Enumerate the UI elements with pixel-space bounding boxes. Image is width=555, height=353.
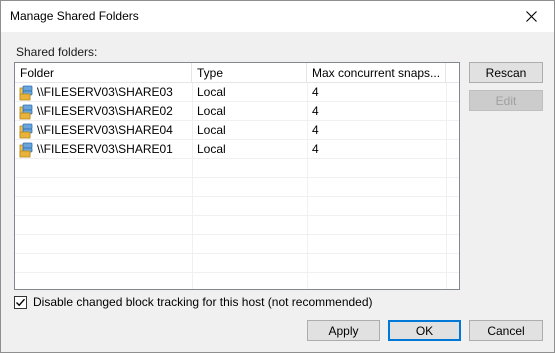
empty-row: [15, 254, 459, 273]
type-cell: Local: [197, 85, 226, 99]
apply-button[interactable]: Apply: [307, 320, 380, 341]
table-body: \\FILESERV03\SHARE03 Local 4 \\FILESERV03\S…: [15, 83, 459, 289]
folder-path: \\FILESERV03\SHARE04: [37, 123, 173, 137]
column-header-max-concurrent-snapshots[interactable]: Max concurrent snaps...: [307, 63, 446, 83]
folder-cell: \\FILESERV03\SHARE04: [19, 121, 192, 140]
folder-path: \\FILESERV03\SHARE02: [37, 104, 173, 118]
max-snapshots-cell: 4: [312, 142, 319, 156]
folder-path: \\FILESERV03\SHARE03: [37, 85, 173, 99]
cancel-button[interactable]: Cancel: [469, 320, 543, 341]
table-row[interactable]: \\FILESERV03\SHARE02 Local 4: [15, 102, 459, 121]
empty-row: [15, 273, 459, 289]
folder-cell: \\FILESERV03\SHARE02: [19, 102, 192, 121]
table-row[interactable]: \\FILESERV03\SHARE04 Local 4: [15, 121, 459, 140]
table-row[interactable]: \\FILESERV03\SHARE03 Local 4: [15, 83, 459, 102]
close-icon: [526, 10, 537, 22]
empty-row: [15, 197, 459, 216]
type-cell: Local: [197, 123, 226, 137]
column-header-folder[interactable]: Folder: [15, 63, 192, 83]
disable-cbt-checkbox[interactable]: [14, 295, 27, 309]
empty-row: [15, 235, 459, 254]
shared-folders-label: Shared folders:: [16, 45, 98, 59]
folder-cell: \\FILESERV03\SHARE01: [19, 140, 192, 159]
folder-path: \\FILESERV03\SHARE01: [37, 142, 173, 156]
empty-row: [15, 216, 459, 235]
rescan-button[interactable]: Rescan: [469, 62, 543, 83]
max-snapshots-cell: 4: [312, 85, 319, 99]
type-cell: Local: [197, 142, 226, 156]
shared-folder-icon: [19, 104, 33, 119]
column-header-type[interactable]: Type: [192, 63, 307, 83]
shared-folders-table[interactable]: Folder Type Max concurrent snaps... \\FI…: [14, 62, 460, 290]
empty-row: [15, 178, 459, 197]
max-snapshots-cell: 4: [312, 104, 319, 118]
checkmark-icon: [16, 298, 26, 306]
disable-cbt-option[interactable]: Disable changed block tracking for this …: [14, 295, 373, 309]
table-header: Folder Type Max concurrent snaps...: [15, 63, 459, 83]
table-row[interactable]: \\FILESERV03\SHARE01 Local 4: [15, 140, 459, 159]
max-snapshots-cell: 4: [312, 123, 319, 137]
shared-folder-icon: [19, 123, 33, 138]
close-button[interactable]: [509, 1, 554, 31]
shared-folder-icon: [19, 142, 33, 157]
title-bar: Manage Shared Folders: [1, 1, 554, 32]
empty-row: [15, 159, 459, 178]
window-title: Manage Shared Folders: [10, 9, 139, 23]
manage-shared-folders-dialog: Manage Shared Folders Shared folders: Fo…: [0, 0, 555, 353]
ok-button[interactable]: OK: [388, 320, 461, 341]
shared-folder-icon: [19, 85, 33, 100]
folder-cell: \\FILESERV03\SHARE03: [19, 83, 192, 102]
type-cell: Local: [197, 104, 226, 118]
edit-button[interactable]: Edit: [469, 90, 543, 111]
disable-cbt-label: Disable changed block tracking for this …: [33, 295, 373, 309]
